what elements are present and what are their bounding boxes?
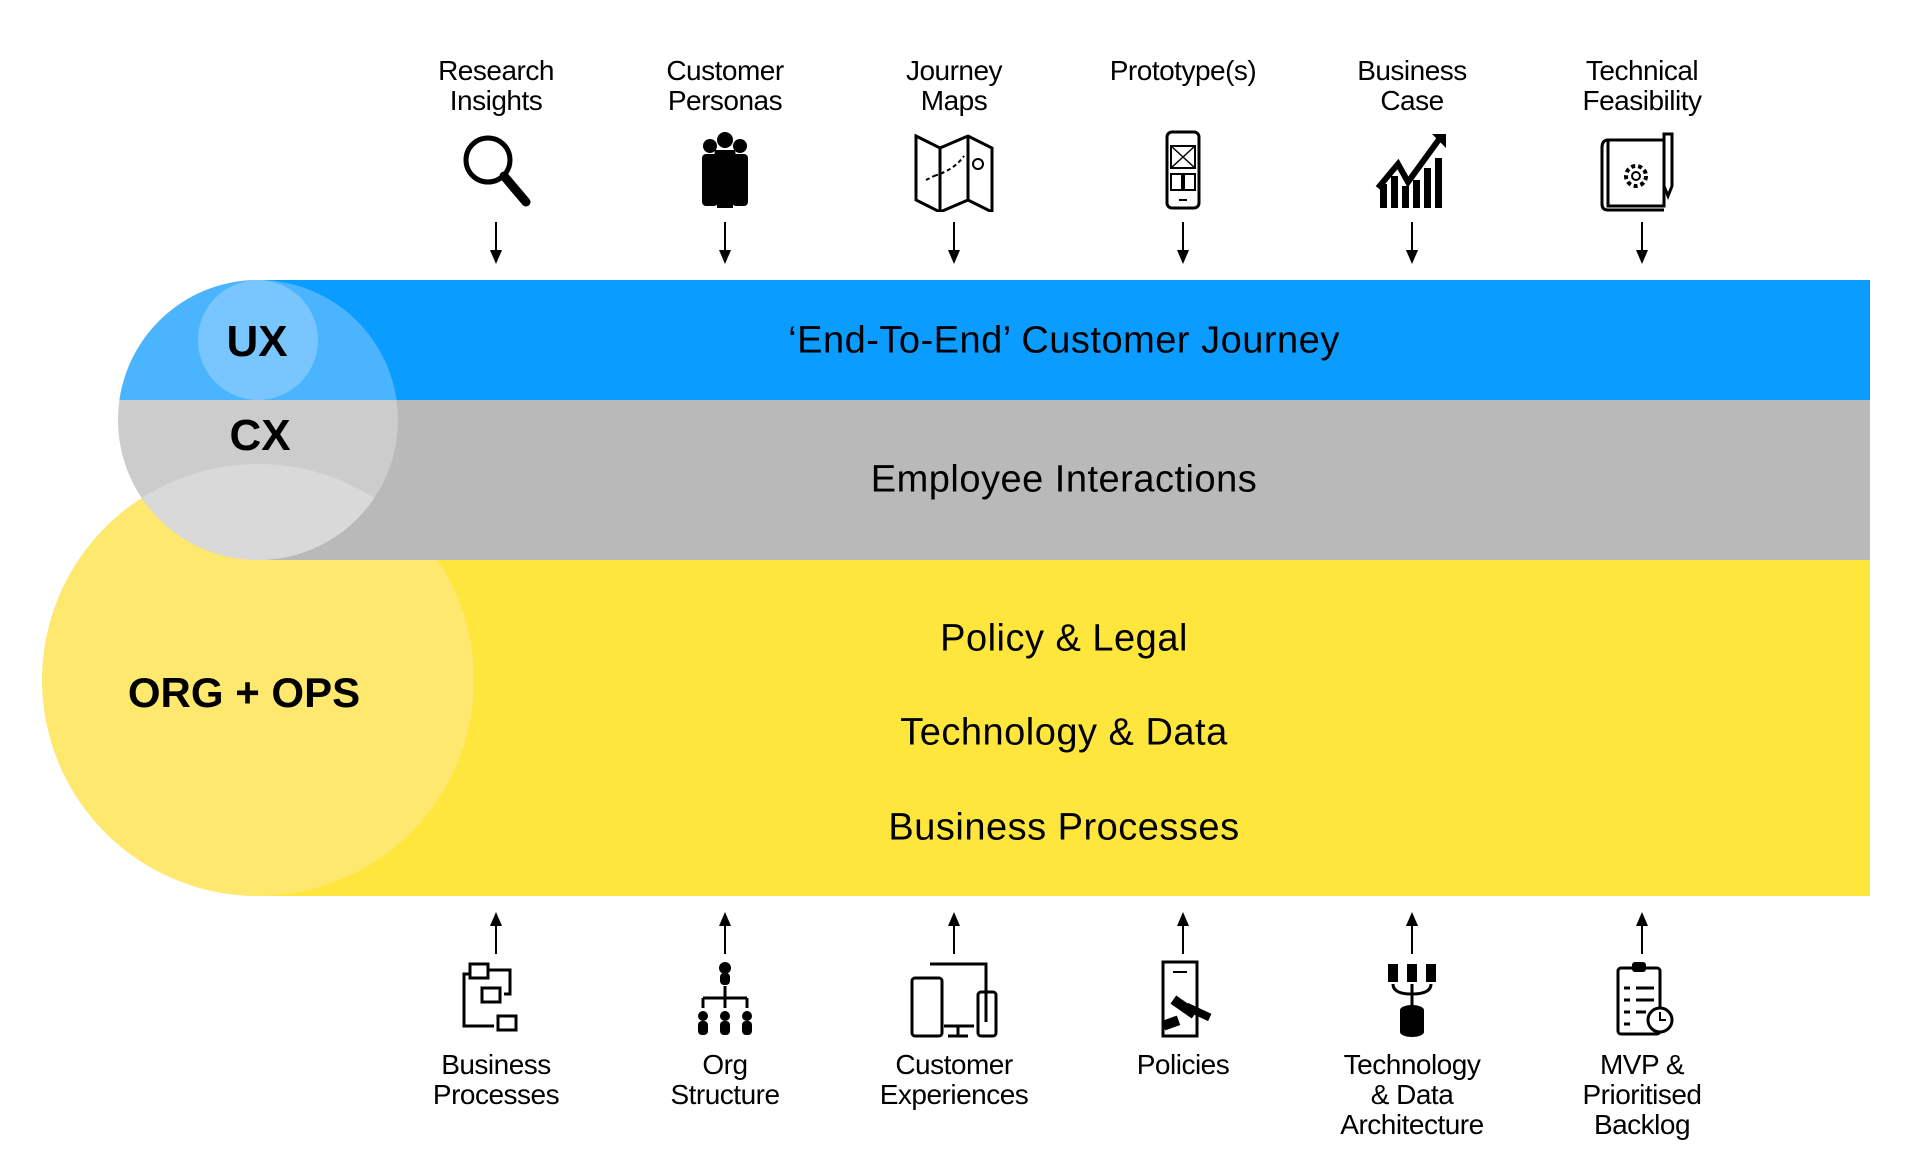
label-line: Architecture	[1340, 1109, 1484, 1140]
growth-chart-icon	[1362, 128, 1462, 212]
input-label: Journey Maps	[844, 56, 1064, 116]
label-line: Research	[438, 55, 554, 86]
people-icon	[675, 128, 775, 212]
org-chart-icon	[675, 958, 775, 1042]
label-line: Business	[1357, 55, 1467, 86]
label-line: Processes	[432, 1079, 560, 1110]
label-line: Case	[1380, 85, 1444, 116]
label-line: Prototype(s)	[1109, 55, 1257, 86]
output-label: Business Processes	[386, 1050, 606, 1110]
output-label: MVP & Prioritised Backlog	[1532, 1050, 1752, 1140]
arrow-up-icon	[486, 912, 506, 954]
ops-band-technology: Technology & Data	[900, 711, 1228, 754]
arrow-down-icon	[486, 222, 506, 264]
output-label: Policies	[1073, 1050, 1293, 1080]
arrow-down-icon	[1402, 222, 1422, 264]
label-line: Org	[702, 1049, 748, 1080]
phone-wireframe-icon	[1133, 128, 1233, 212]
cx-band-title: Employee Interactions	[870, 458, 1258, 501]
input-label: Customer Personas	[615, 56, 835, 116]
label-line: Maps	[920, 85, 988, 116]
blueprint-icon	[1592, 128, 1692, 212]
input-label: Research Insights	[386, 56, 606, 116]
label-line: Policies	[1136, 1049, 1230, 1080]
arrow-down-icon	[1173, 222, 1193, 264]
label-line: Customer	[666, 55, 784, 86]
label-line: & Data	[1370, 1079, 1454, 1110]
label-line: MVP &	[1599, 1049, 1685, 1080]
arrow-up-icon	[715, 912, 735, 954]
label-line: Feasibility	[1582, 85, 1702, 116]
database-servers-icon	[1362, 958, 1462, 1042]
arrow-up-icon	[1632, 912, 1652, 954]
arrow-down-icon	[715, 222, 735, 264]
output-label: Customer Experiences	[844, 1050, 1064, 1110]
arrow-up-icon	[1402, 912, 1422, 954]
label-line: Journey	[905, 55, 1003, 86]
arrow-down-icon	[1632, 222, 1652, 264]
gavel-document-icon	[1133, 958, 1233, 1042]
input-label: Prototype(s)	[1073, 56, 1293, 86]
label-line: Backlog	[1593, 1109, 1691, 1140]
map-icon	[904, 128, 1004, 215]
label-line: Structure	[670, 1079, 780, 1110]
arrow-down-icon	[944, 222, 964, 264]
label-line: Prioritised	[1582, 1079, 1702, 1110]
label-line: Business	[441, 1049, 551, 1080]
devices-icon	[904, 958, 1004, 1042]
magnifier-icon	[446, 128, 546, 212]
output-label: Org Structure	[615, 1050, 835, 1110]
clipboard-checklist-icon	[1592, 958, 1692, 1042]
input-label: Business Case	[1302, 56, 1522, 116]
ops-band-processes: Business Processes	[888, 806, 1240, 849]
label-line: Insights	[449, 85, 543, 116]
label-line: Personas	[667, 85, 783, 116]
flowchart-icon	[446, 958, 546, 1042]
arrow-up-icon	[1173, 912, 1193, 954]
label-line: Technology	[1343, 1049, 1481, 1080]
input-label: Technical Feasibility	[1532, 56, 1752, 116]
ux-band-title: ‘End-To-End’ Customer Journey	[788, 319, 1340, 362]
label-line: Technical	[1585, 55, 1699, 86]
output-label: Technology & Data Architecture	[1302, 1050, 1522, 1140]
ops-band-policy: Policy & Legal	[940, 617, 1188, 660]
label-line: Experiences	[879, 1079, 1029, 1110]
arrow-up-icon	[944, 912, 964, 954]
label-line: Customer	[895, 1049, 1013, 1080]
org-ops-label: ORG + OPS	[127, 669, 361, 716]
cx-label: CX	[229, 411, 291, 460]
